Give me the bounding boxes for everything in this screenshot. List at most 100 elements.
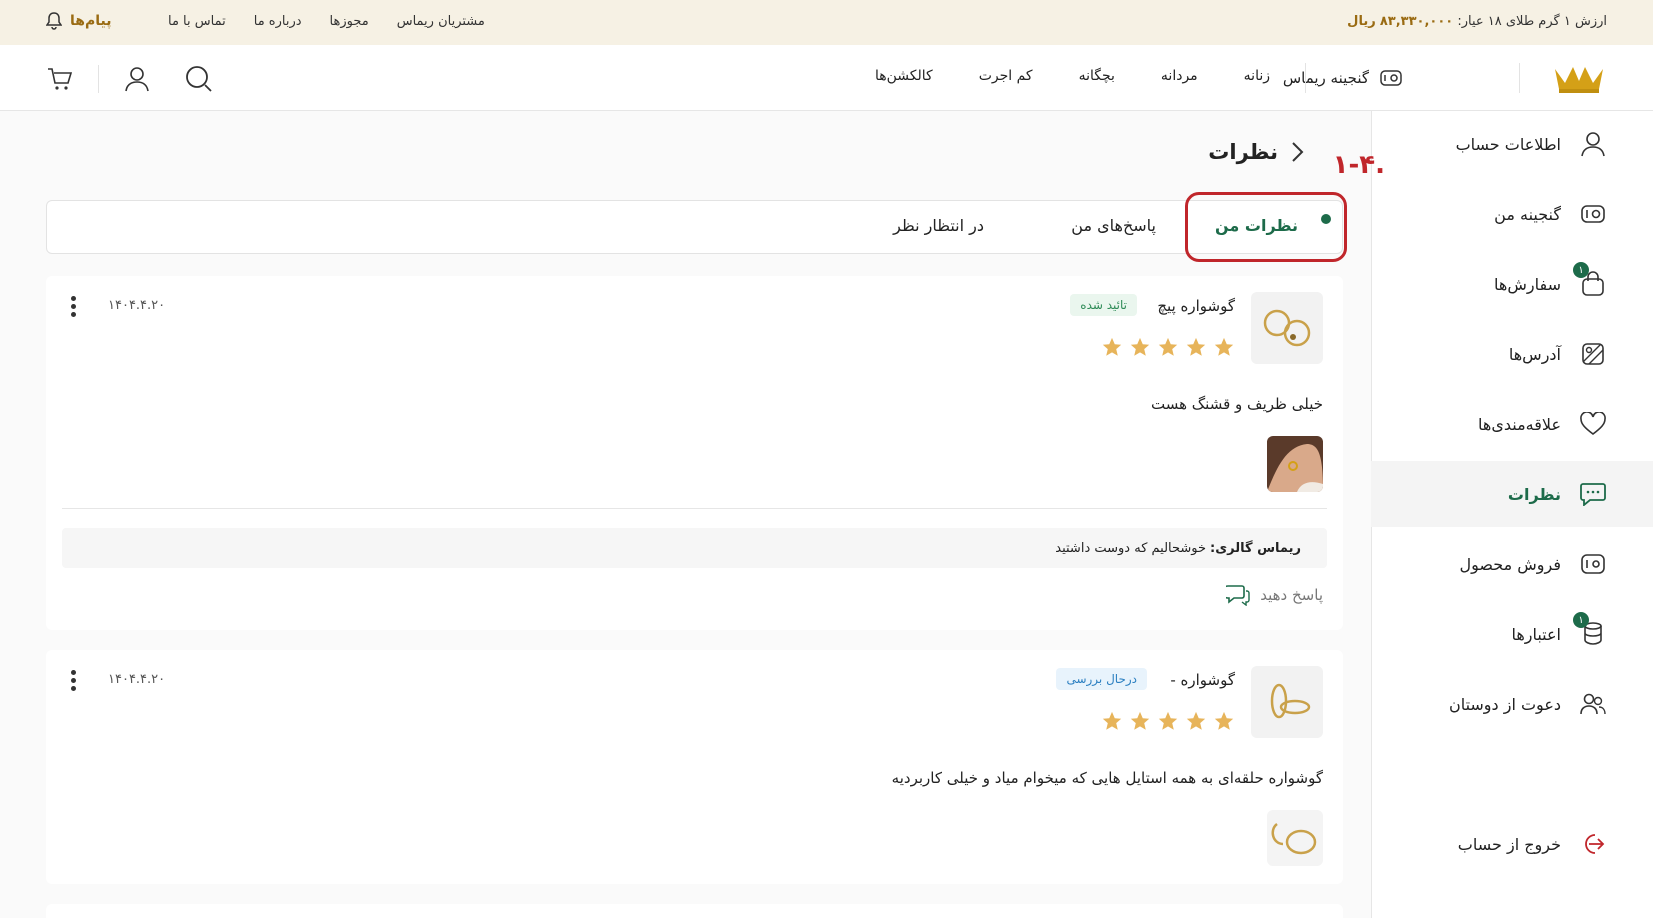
star-icon [1102,337,1122,356]
comments-icon [1580,483,1606,506]
review-attachment-image[interactable] [1267,436,1323,492]
header-divider [1305,63,1306,93]
review-date: ۱۴۰۴.۴.۲۰ [108,298,166,313]
sidebar-item-label: آدرس‌ها [1508,344,1561,364]
gold-price-value: ۸۳,۳۳۰,۰۰۰ [1379,14,1454,29]
earring-photo [1267,436,1323,492]
card-divider [62,508,1327,509]
user-icon [1581,132,1605,157]
top-link-about[interactable]: درباره ما [254,14,302,29]
sidebar-item-label: علاقه‌مندی‌ها [1478,414,1561,434]
sidebar-item-comments[interactable]: نظرات [1371,461,1653,527]
users-icon [1580,693,1606,715]
review-card: گوشواره پیچ تائید شده ۱۴۰۴.۴.۲۰ خیلی ظری… [46,276,1343,630]
messages-label: پیام‌ها [70,13,112,29]
top-link-contact[interactable]: تماس با ما [168,14,226,29]
star-icon [1158,711,1178,730]
treasure-label: گنجینه ریماس [1282,69,1369,87]
map-icon [1582,343,1604,365]
review-comment: خیلی ظریف و قشنگ هست [1150,395,1323,413]
sidebar-item-my-treasure[interactable]: گنجینه من [1371,181,1653,247]
reply-button-label: پاسخ دهید [1260,586,1323,604]
comments-tabs: نظرات من پاسخ‌های من در انتظار نظر [46,200,1343,254]
top-links: مشتریان ریماس مجوزها درباره ما تماس با م… [168,14,485,29]
logout-icon [1585,834,1605,854]
gold-price-unit: ریال [1347,14,1376,29]
star-icon [1214,711,1234,730]
account-sidebar: اطلاعات حساب گنجینه من ۱ سفارش‌ها آدرس‌ه… [1371,111,1653,918]
more-options-icon[interactable] [70,296,76,317]
sidebar-item-addresses[interactable]: آدرس‌ها [1371,321,1653,387]
rating-stars [1101,710,1235,732]
status-badge: تائید شده [1070,294,1137,316]
user-icon [125,67,149,92]
chevron-back-icon[interactable] [1290,141,1304,163]
product-thumbnail[interactable] [1251,292,1323,364]
crown-logo-icon[interactable] [1551,59,1607,95]
reply-icon [1226,585,1250,606]
hoop-earrings-image [1270,683,1311,719]
status-badge: درحال بررسی [1056,668,1147,690]
gold-price-label: ارزش ۱ گرم طلای ۱۸ عیار: [1457,14,1607,29]
sidebar-item-favorites[interactable]: علاقه‌مندی‌ها [1371,391,1653,457]
sell-icon [1581,554,1605,574]
bell-icon [46,12,62,30]
sidebar-item-label: گنجینه من [1494,204,1561,224]
review-card: گوشواره - درحال بررسی ۱۴۰۴.۴.۲۰ گوشواره … [46,650,1343,884]
account-button[interactable] [121,63,153,95]
product-name[interactable]: گوشواره - [1170,671,1235,689]
tab-my-replies[interactable]: پاسخ‌های من [1071,216,1156,235]
nav-men[interactable]: مردانه [1161,68,1198,84]
top-link-customers[interactable]: مشتریان ریماس [397,14,485,29]
reply-button[interactable]: پاسخ دهید [1226,584,1323,606]
nav-kids[interactable]: بچگانه [1079,68,1115,84]
star-icon [1130,711,1150,730]
search-button[interactable] [183,63,215,95]
main-header: گنجینه ریماس زنانه مردانه بچگانه کم اجرت… [0,45,1653,111]
main-nav: زنانه مردانه بچگانه کم اجرت کالکشن‌ها [875,68,1270,84]
product-name[interactable]: گوشواره پیچ [1157,297,1235,315]
credits-badge: ۱ [1573,612,1589,628]
review-card [46,904,1343,918]
sidebar-item-label: دعوت از دوستان [1448,694,1561,714]
annotation-label: ۱-۴. [1332,150,1385,180]
cart-icon [48,68,73,90]
star-icon [1130,337,1150,356]
reply-text: خوشحالیم که دوست داشتید [1055,540,1207,556]
messages-button[interactable]: پیام‌ها [46,12,111,30]
star-icon [1186,337,1206,356]
treasure-link[interactable]: گنجینه ریماس [1283,67,1403,89]
star-icon [1102,711,1122,730]
nav-low-wage[interactable]: کم اجرت [979,68,1033,84]
nav-women[interactable]: زنانه [1244,68,1270,84]
search-icon [186,66,212,92]
logout-label: خروج از حساب [1457,834,1561,854]
star-icon [1214,337,1234,356]
sidebar-item-sell-product[interactable]: فروش محصول [1371,531,1653,597]
sidebar-item-label: اطلاعات حساب [1455,134,1561,154]
earring-photo [1271,823,1317,855]
sidebar-item-label: نظرات [1507,484,1561,504]
tab-pending-review[interactable]: در انتظار نظر [893,216,984,235]
logout-button[interactable]: خروج از حساب [1371,811,1653,877]
star-icon [1186,711,1206,730]
sidebar-item-account-info[interactable]: اطلاعات حساب [1371,111,1653,177]
page-title-text: نظرات [1208,140,1278,164]
header-icons [44,63,215,95]
sidebar-item-label: فروش محصول [1459,554,1561,574]
cart-button[interactable] [44,63,76,95]
sidebar-item-invite-friends[interactable]: دعوت از دوستان [1371,671,1653,737]
product-thumbnail[interactable] [1251,666,1323,738]
star-icon [1158,337,1178,356]
sidebar-item-credits[interactable]: ۱ اعتبارها [1371,601,1653,667]
top-link-licenses[interactable]: مجوزها [330,14,369,29]
review-attachment-image[interactable] [1267,810,1323,866]
review-date: ۱۴۰۴.۴.۲۰ [108,672,166,687]
reply-author: ریماس گالری: [1210,540,1301,556]
sidebar-item-label: سفارش‌ها [1494,274,1561,294]
orders-badge: ۱ [1573,262,1589,278]
gold-price: ارزش ۱ گرم طلای ۱۸ عیار: ۸۳,۳۳۰,۰۰۰ ریال [1347,14,1607,29]
nav-collections[interactable]: کالکشن‌ها [875,68,933,84]
more-options-icon[interactable] [70,670,76,691]
sidebar-item-orders[interactable]: ۱ سفارش‌ها [1371,251,1653,317]
